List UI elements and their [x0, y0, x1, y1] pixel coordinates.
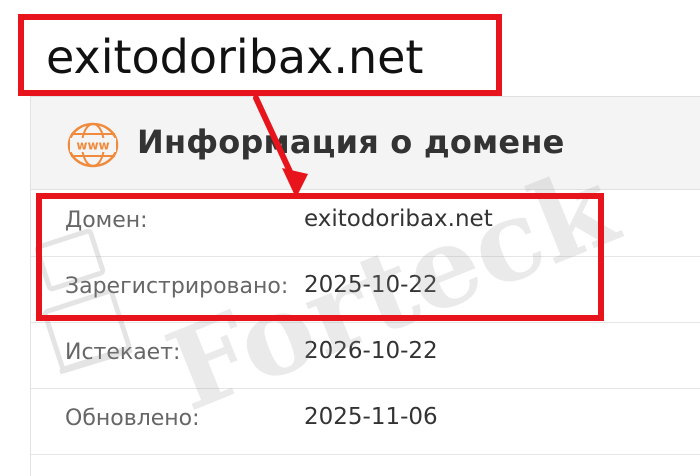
panel-header: www Информация о домене — [31, 96, 700, 190]
domain-callout: exitodoribax.net — [18, 14, 502, 96]
www-globe-icon: www — [67, 122, 119, 168]
table-row-expires: Истекает: 2026-10-22 — [31, 322, 700, 389]
panel-title: Информация о домене — [137, 123, 565, 161]
row-value: 2026-10-22 — [304, 338, 438, 364]
www-icon-label: www — [76, 139, 109, 153]
row-value: 2025-11-06 — [304, 404, 438, 430]
row-label: Истекает: — [65, 340, 181, 365]
callout-domain-text: exitodoribax.net — [46, 30, 424, 84]
table-row-updated: Обновлено: 2025-11-06 — [31, 388, 700, 455]
highlight-frame — [36, 193, 604, 321]
row-label: Обновлено: — [65, 406, 200, 431]
